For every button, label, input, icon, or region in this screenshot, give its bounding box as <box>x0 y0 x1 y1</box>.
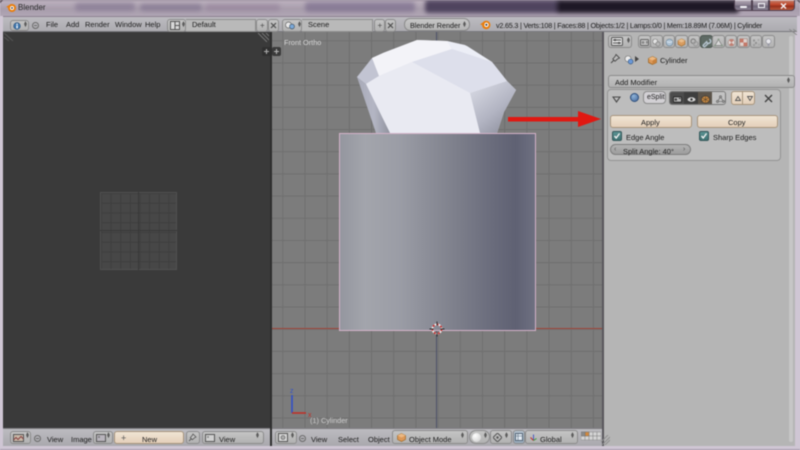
svg-text:z: z <box>290 388 294 395</box>
